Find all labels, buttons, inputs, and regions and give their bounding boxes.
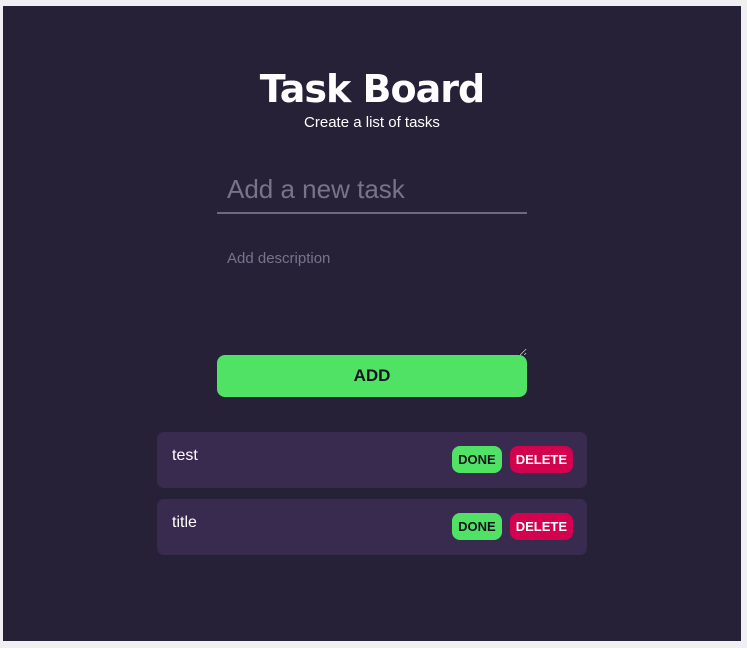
task-title: title (172, 514, 197, 531)
done-button[interactable]: DONE (452, 446, 502, 473)
app-container: Task Board Create a list of tasks ADD te… (3, 6, 741, 641)
task-card: test DONE DELETE (157, 432, 587, 488)
task-card: title DONE DELETE (157, 499, 587, 555)
delete-button[interactable]: DELETE (509, 446, 573, 473)
add-task-button[interactable]: ADD (217, 355, 527, 397)
task-actions: DONE DELETE (452, 513, 573, 540)
task-actions: DONE DELETE (452, 446, 573, 473)
page-title: Task Board (259, 67, 485, 111)
task-list: test DONE DELETE title DONE DELETE (157, 432, 587, 566)
delete-button[interactable]: DELETE (509, 513, 573, 540)
task-title-input[interactable] (217, 166, 527, 214)
task-description-input[interactable] (217, 244, 527, 356)
task-title: test (172, 447, 198, 464)
page-subtitle: Create a list of tasks (304, 114, 440, 131)
done-button[interactable]: DONE (452, 513, 502, 540)
